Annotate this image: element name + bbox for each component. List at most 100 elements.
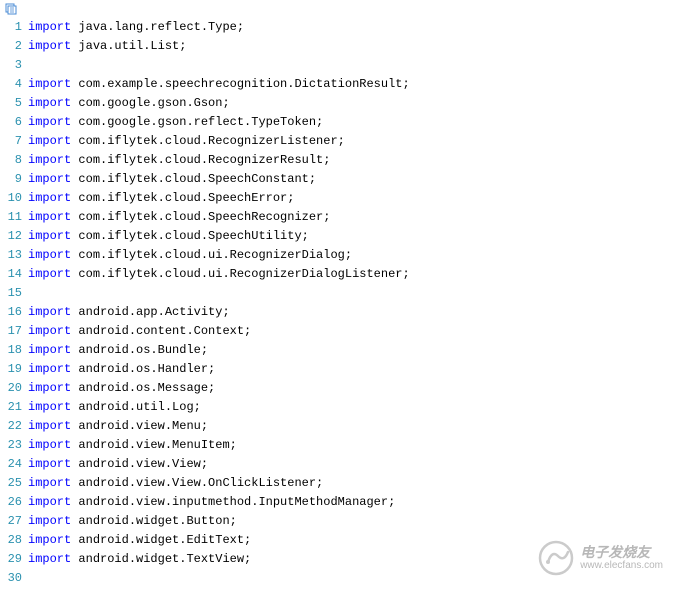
code-line: import com.google.gson.reflect.TypeToken… xyxy=(28,113,673,132)
keyword: import xyxy=(28,210,71,224)
code-line: import com.google.gson.Gson; xyxy=(28,94,673,113)
keyword: import xyxy=(28,362,71,376)
code-line: import com.iflytek.cloud.RecognizerResul… xyxy=(28,151,673,170)
code-line: import android.content.Context; xyxy=(28,322,673,341)
code-line: import android.view.View; xyxy=(28,455,673,474)
line-number: 9 xyxy=(0,170,22,189)
code-text: com.google.gson.reflect.TypeToken; xyxy=(71,115,323,129)
code-text: android.view.View.OnClickListener; xyxy=(71,476,323,490)
keyword: import xyxy=(28,39,71,53)
code-line: import android.widget.Button; xyxy=(28,512,673,531)
keyword: import xyxy=(28,77,71,91)
code-line xyxy=(28,56,673,75)
line-number: 2 xyxy=(0,37,22,56)
line-number: 12 xyxy=(0,227,22,246)
keyword: import xyxy=(28,20,71,34)
line-number: 26 xyxy=(0,493,22,512)
code-line: import android.util.Log; xyxy=(28,398,673,417)
keyword: import xyxy=(28,476,71,490)
keyword: import xyxy=(28,229,71,243)
code-text: com.iflytek.cloud.SpeechConstant; xyxy=(71,172,316,186)
code-text: java.util.List; xyxy=(71,39,186,53)
code-text: android.widget.Button; xyxy=(71,514,237,528)
line-number: 24 xyxy=(0,455,22,474)
code-text: com.iflytek.cloud.ui.RecognizerDialogLis… xyxy=(71,267,409,281)
keyword: import xyxy=(28,381,71,395)
code-line: import android.os.Message; xyxy=(28,379,673,398)
copy-icon[interactable] xyxy=(4,2,18,16)
code-text: java.lang.reflect.Type; xyxy=(71,20,244,34)
code-text: android.app.Activity; xyxy=(71,305,229,319)
keyword: import xyxy=(28,172,71,186)
line-number: 4 xyxy=(0,75,22,94)
line-number: 16 xyxy=(0,303,22,322)
code-line: import android.app.Activity; xyxy=(28,303,673,322)
keyword: import xyxy=(28,153,71,167)
line-number: 25 xyxy=(0,474,22,493)
code-text: com.iflytek.cloud.RecognizerResult; xyxy=(71,153,330,167)
keyword: import xyxy=(28,514,71,528)
code-text: com.iflytek.cloud.RecognizerListener; xyxy=(71,134,345,148)
line-number: 3 xyxy=(0,56,22,75)
code-line: import com.iflytek.cloud.ui.RecognizerDi… xyxy=(28,265,673,284)
code-line: import com.iflytek.cloud.SpeechUtility; xyxy=(28,227,673,246)
code-text: android.content.Context; xyxy=(71,324,251,338)
code-text: com.iflytek.cloud.SpeechRecognizer; xyxy=(71,210,330,224)
keyword: import xyxy=(28,533,71,547)
line-number: 13 xyxy=(0,246,22,265)
code-text: com.iflytek.cloud.SpeechError; xyxy=(71,191,294,205)
code-line: import android.view.MenuItem; xyxy=(28,436,673,455)
code-line: import android.view.View.OnClickListener… xyxy=(28,474,673,493)
line-number: 17 xyxy=(0,322,22,341)
code-text: com.iflytek.cloud.SpeechUtility; xyxy=(71,229,309,243)
code-line: import java.lang.reflect.Type; xyxy=(28,18,673,37)
keyword: import xyxy=(28,305,71,319)
code-text: android.util.Log; xyxy=(71,400,201,414)
keyword: import xyxy=(28,324,71,338)
keyword: import xyxy=(28,134,71,148)
line-number: 29 xyxy=(0,550,22,569)
keyword: import xyxy=(28,419,71,433)
line-number: 11 xyxy=(0,208,22,227)
keyword: import xyxy=(28,191,71,205)
code-line: import com.iflytek.cloud.SpeechConstant; xyxy=(28,170,673,189)
code-text: android.view.inputmethod.InputMethodMana… xyxy=(71,495,395,509)
line-number: 7 xyxy=(0,132,22,151)
code-text: android.widget.EditText; xyxy=(71,533,251,547)
watermark-url: www.elecfans.com xyxy=(580,560,663,572)
line-number: 10 xyxy=(0,189,22,208)
code-line: import android.view.inputmethod.InputMet… xyxy=(28,493,673,512)
line-number: 19 xyxy=(0,360,22,379)
line-number: 27 xyxy=(0,512,22,531)
line-number: 23 xyxy=(0,436,22,455)
line-number: 21 xyxy=(0,398,22,417)
line-number: 8 xyxy=(0,151,22,170)
keyword: import xyxy=(28,267,71,281)
keyword: import xyxy=(28,457,71,471)
line-number-gutter: 1234567891011121314151617181920212223242… xyxy=(0,18,28,588)
keyword: import xyxy=(28,438,71,452)
code-line: import com.iflytek.cloud.RecognizerListe… xyxy=(28,132,673,151)
code-line: import android.os.Bundle; xyxy=(28,341,673,360)
code-line: import com.example.speechrecognition.Dic… xyxy=(28,75,673,94)
code-text: android.os.Message; xyxy=(71,381,215,395)
code-text: com.iflytek.cloud.ui.RecognizerDialog; xyxy=(71,248,352,262)
code-line: import com.iflytek.cloud.SpeechError; xyxy=(28,189,673,208)
keyword: import xyxy=(28,248,71,262)
keyword: import xyxy=(28,400,71,414)
code-text: android.os.Bundle; xyxy=(71,343,208,357)
code-text: com.google.gson.Gson; xyxy=(71,96,229,110)
keyword: import xyxy=(28,343,71,357)
line-number: 15 xyxy=(0,284,22,303)
line-number: 14 xyxy=(0,265,22,284)
code-area: import java.lang.reflect.Type;import jav… xyxy=(28,18,673,588)
line-number: 22 xyxy=(0,417,22,436)
line-number: 5 xyxy=(0,94,22,113)
code-container: 1234567891011121314151617181920212223242… xyxy=(0,18,673,588)
keyword: import xyxy=(28,552,71,566)
code-text: android.view.View; xyxy=(71,457,208,471)
keyword: import xyxy=(28,495,71,509)
code-line: import com.iflytek.cloud.SpeechRecognize… xyxy=(28,208,673,227)
code-text: android.widget.TextView; xyxy=(71,552,251,566)
code-text: android.view.MenuItem; xyxy=(71,438,237,452)
